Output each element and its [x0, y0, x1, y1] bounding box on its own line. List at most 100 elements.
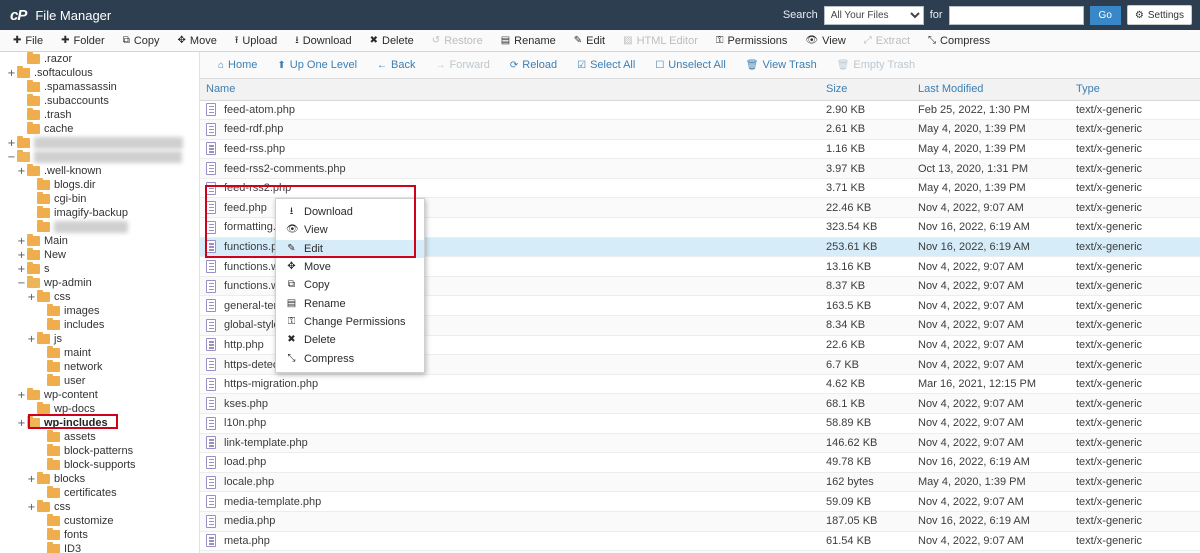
tree-node-images[interactable]: · images	[0, 304, 199, 318]
tree-node-block-patterns[interactable]: · block-patterns	[0, 444, 199, 458]
expand-icon[interactable]: +	[16, 418, 27, 429]
file-name[interactable]: l10n.php	[224, 417, 266, 429]
tree-node-label[interactable]: blogs.dir	[54, 179, 96, 191]
table-row[interactable]: meta.php 61.54 KB Nov 4, 2022, 9:07 AM text…	[200, 531, 1200, 552]
nav-item-home[interactable]: ⌂ Home	[208, 52, 267, 79]
table-row[interactable]: feed-atom.php 2.90 KB Feb 25, 2022, 1:30 P…	[200, 100, 1200, 121]
tree-node-blogs-dir[interactable]: · blogs.dir	[0, 178, 199, 192]
table-row[interactable]: feed-rss2.php 3.71 KB May 4, 2020, 1:39 PM…	[200, 178, 1200, 199]
context-menu-item-edit[interactable]: ✎ Edit	[276, 239, 424, 258]
file-name[interactable]: feed-rss2-comments.php	[224, 163, 346, 175]
tree-node-wp-content[interactable]: + wp-content	[0, 388, 199, 402]
tree-node-label[interactable]: css	[54, 291, 71, 303]
tree-node-new[interactable]: + New	[0, 248, 199, 262]
cell-name[interactable]: media-template.php	[200, 491, 820, 512]
tree-node--subaccounts[interactable]: · .subaccounts	[0, 94, 199, 108]
expand-icon[interactable]: +	[26, 502, 37, 513]
toolbar-item-copy[interactable]: ⧉ Copy	[114, 30, 169, 52]
cell-name[interactable]: feed-rss2-comments.php	[200, 158, 820, 179]
tree-node-label[interactable]: cgi-bin	[54, 193, 86, 205]
table-row[interactable]: link-template.php 146.62 KB Nov 4, 2022, 9…	[200, 433, 1200, 454]
table-row[interactable]: locale.php 162 bytes May 4, 2020, 1:39 PM t…	[200, 472, 1200, 493]
tree-node-main[interactable]: + Main	[0, 234, 199, 248]
tree-node-label[interactable]: assets	[64, 431, 96, 443]
table-row[interactable]: kses.php 68.1 KB Nov 4, 2022, 9:07 AM text/…	[200, 393, 1200, 414]
tree-node-id3[interactable]: · ID3	[0, 542, 199, 553]
file-name[interactable]: locale.php	[224, 476, 274, 488]
expand-icon[interactable]: +	[16, 264, 27, 275]
tree-node-label[interactable]: wp-admin	[44, 277, 92, 289]
expand-icon[interactable]: +	[16, 390, 27, 401]
tree-node-certificates[interactable]: · certificates	[0, 486, 199, 500]
tree-node-wp-includes[interactable]: + wp-includes	[0, 416, 199, 430]
cell-name[interactable]: link-template.php	[200, 433, 820, 454]
table-row[interactable]: https-migration.php 4.62 KB Mar 16, 2021, …	[200, 374, 1200, 395]
toolbar-item-move[interactable]: ✥ Move	[169, 30, 226, 52]
tree-node-wp-admin[interactable]: − wp-admin	[0, 276, 199, 290]
cell-name[interactable]: media.php	[200, 511, 820, 532]
context-menu-item-rename[interactable]: ▤ Rename	[276, 294, 424, 312]
tree-node-label[interactable]: Main	[44, 235, 68, 247]
cell-name[interactable]: load.php	[200, 452, 820, 473]
tree-node-label[interactable]: wp-docs	[54, 403, 95, 415]
file-name[interactable]: load.php	[224, 456, 266, 468]
tree-node-label[interactable]: s	[44, 263, 50, 275]
toolbar-item-permissions[interactable]: ⚿ Permissions	[707, 30, 797, 52]
tree-node-fonts[interactable]: · fonts	[0, 528, 199, 542]
nav-item-back[interactable]: ← Back	[367, 52, 425, 79]
toolbar-item-delete[interactable]: ✖ Delete	[361, 30, 423, 52]
tree-node-label[interactable]: cache	[44, 123, 73, 135]
tree-node-label[interactable]: js	[54, 333, 62, 345]
toolbar-item-upload[interactable]: ⭱ Upload	[226, 30, 286, 52]
toolbar-item-rename[interactable]: ▤ Rename	[492, 30, 565, 52]
column-header-type[interactable]: Type	[1070, 79, 1200, 101]
tree-node-label[interactable]: customize	[64, 515, 114, 527]
tree-node-label[interactable]: wp-includes	[44, 417, 108, 429]
tree-node-css[interactable]: + css	[0, 500, 199, 514]
table-row[interactable]: feed-rss.php 1.16 KB May 4, 2020, 1:39 PM t…	[200, 139, 1200, 160]
tree-node-label[interactable]: imagify-backup	[54, 207, 128, 219]
toolbar-item-file[interactable]: ✚ File	[4, 30, 52, 52]
tree-node-label[interactable]: network	[64, 361, 103, 373]
column-header-size[interactable]: Size	[820, 79, 912, 101]
table-row[interactable]: feed-rss2-comments.php 3.97 KB Oct 13, 202…	[200, 158, 1200, 179]
cell-name[interactable]: feed-atom.php	[200, 100, 820, 121]
tree-node-redacted[interactable]: − redacted-domain-two.example	[0, 150, 199, 164]
tree-node-label[interactable]: wp-content	[44, 389, 98, 401]
tree-node-blocks[interactable]: + blocks	[0, 472, 199, 486]
file-name[interactable]: feed-rss2.php	[224, 182, 291, 194]
cell-name[interactable]: locale.php	[200, 472, 820, 493]
collapse-icon[interactable]: −	[16, 278, 27, 289]
toolbar-item-compress[interactable]: ⤡ Compress	[919, 30, 999, 52]
search-go-button[interactable]: Go	[1089, 5, 1121, 25]
file-name[interactable]: https-migration.php	[224, 378, 318, 390]
file-name[interactable]: link-template.php	[224, 437, 308, 449]
tree-node-label[interactable]: includes	[64, 319, 104, 331]
tree-node-label[interactable]: New	[44, 249, 66, 261]
tree-node-label[interactable]: redacted-domain-two.example	[34, 151, 182, 163]
file-name[interactable]: feed-atom.php	[224, 104, 295, 116]
tree-node-redacted[interactable]: + redacted-domain-one.example	[0, 136, 199, 150]
tree-node-label[interactable]: redacted-folder	[54, 221, 128, 233]
context-menu-item-copy[interactable]: ⧉ Copy	[276, 276, 424, 294]
tree-node-customize[interactable]: · customize	[0, 514, 199, 528]
file-name[interactable]: meta.php	[224, 535, 270, 547]
tree-node-label[interactable]: fonts	[64, 529, 88, 541]
table-row[interactable]: media-template.php 59.09 KB Nov 4, 2022, 9…	[200, 491, 1200, 512]
tree-node-user[interactable]: · user	[0, 374, 199, 388]
tree-node-label[interactable]: redacted-domain-one.example	[34, 137, 184, 149]
expand-icon[interactable]: +	[6, 138, 17, 149]
tree-node-redacted[interactable]: · redacted-folder	[0, 220, 199, 234]
cell-name[interactable]: meta.php	[200, 531, 820, 552]
tree-node-label[interactable]: .razor	[44, 53, 72, 65]
tree-node-label[interactable]: maint	[64, 347, 91, 359]
file-name[interactable]: kses.php	[224, 398, 268, 410]
context-menu-item-change-permissions[interactable]: ⚿ Change Permissions	[276, 313, 424, 331]
tree-node-block-supports[interactable]: · block-supports	[0, 458, 199, 472]
expand-icon[interactable]: +	[16, 250, 27, 261]
nav-item-select-all[interactable]: ☑ Select All	[567, 52, 645, 79]
tree-node-wp-docs[interactable]: · wp-docs	[0, 402, 199, 416]
expand-icon[interactable]: +	[26, 334, 37, 345]
tree-node-label[interactable]: .well-known	[44, 165, 101, 177]
tree-node--well-known[interactable]: + .well-known	[0, 164, 199, 178]
